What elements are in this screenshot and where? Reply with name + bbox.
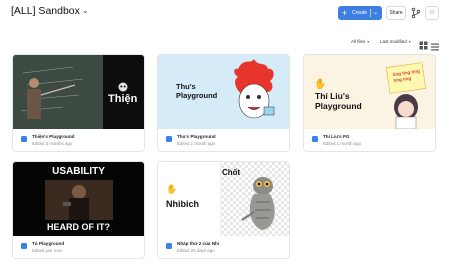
file-icon <box>166 136 172 142</box>
file-icon <box>312 136 318 142</box>
list-view-icon[interactable] <box>431 38 439 51</box>
page-title: [ALL] Sandbox <box>11 5 80 17</box>
file-type-filter-label: All files <box>351 39 366 44</box>
file-title: Tú Playground <box>32 241 65 246</box>
file-card[interactable]: Thu's Playground Thu's Playground Edited… <box>157 54 290 152</box>
chevron-down-icon: ▾ <box>408 39 411 44</box>
sort-dropdown-label: Last modified <box>380 39 407 44</box>
file-edited-time: Edited 1 month ago <box>323 141 362 146</box>
create-button-label: Create <box>352 10 368 16</box>
chevron-down-icon: ▾ <box>367 39 370 44</box>
file-edited-time: Edited 25 days ago <box>177 248 215 253</box>
plus-icon: + <box>342 8 348 18</box>
meme-text-bottom: HEARD OF IT? <box>47 222 110 232</box>
file-title: Thiện's Playground <box>32 134 75 139</box>
thumbnail-text-2: Chốt <box>222 168 241 177</box>
chevron-down-icon[interactable]: ⌄ <box>82 6 89 15</box>
branch-icon[interactable] <box>409 6 423 20</box>
create-button[interactable]: + Create ⌄ <box>338 6 382 20</box>
file-icon <box>166 243 172 249</box>
file-edited-time: Edited 3 months ago <box>32 141 73 146</box>
thumbnail-text: Nhibich <box>166 199 199 209</box>
grid-view-icon[interactable] <box>419 37 428 50</box>
file-title: Nháp thứ 2 của Nhi <box>177 241 220 246</box>
meme-text-top: USABILITY <box>52 166 105 177</box>
file-thumbnail: ✋ ting ting ting ting ting Thí Liu's Pla… <box>304 55 435 129</box>
file-title: Thí Liu's PG <box>323 134 350 139</box>
file-edited-time: Edited just now <box>32 248 62 253</box>
thumbnail-text: Thu's Playground <box>176 82 218 100</box>
file-thumbnail: ✋ Nhibich Chốt <box>158 162 289 236</box>
chevron-down-icon[interactable]: ⌄ <box>373 6 378 20</box>
thumbnail-text: Thí Liu's Playground <box>315 91 362 111</box>
file-icon <box>21 136 27 142</box>
file-card[interactable]: USABILITY HEARD OF IT? Tú Playground Edi… <box>12 161 145 259</box>
top-bar: [ALL] Sandbox ⌄ + Create ⌄ Share ☆ <box>0 0 450 30</box>
star-icon[interactable]: ☆ <box>425 6 439 20</box>
file-type-filter[interactable]: All files ▾ <box>351 36 376 47</box>
svg-text:✋: ✋ <box>314 77 326 90</box>
file-card[interactable]: ✋ ting ting ting ting ting Thí Liu's Pla… <box>303 54 436 152</box>
file-edited-time: Edited 1 month ago <box>177 141 216 146</box>
share-button[interactable]: Share <box>386 6 406 20</box>
file-card[interactable]: Thiện Thiện's Playground Edited 3 months… <box>12 54 145 152</box>
file-card[interactable]: ✋ Nhibich Chốt Nháp thứ 2 của Nhi Edited… <box>157 161 290 259</box>
thumbnail-text: Thiện <box>108 93 138 105</box>
file-title: Thu's Playground <box>177 134 216 139</box>
file-icon <box>21 243 27 249</box>
sort-dropdown[interactable]: Last modified ▾ <box>380 36 416 47</box>
file-thumbnail: USABILITY HEARD OF IT? <box>13 162 144 236</box>
divider <box>370 9 371 17</box>
svg-text:✋: ✋ <box>166 183 177 194</box>
file-thumbnail: Thu's Playground <box>158 55 289 129</box>
file-thumbnail: Thiện <box>13 55 144 129</box>
